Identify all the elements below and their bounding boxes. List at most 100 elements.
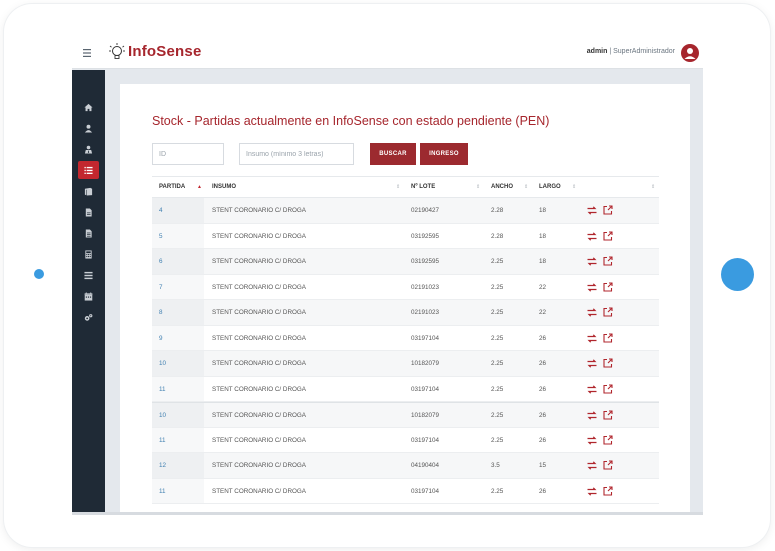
cell-ancho: 2.25 <box>491 334 504 342</box>
cell-largo: 15 <box>539 462 547 469</box>
cell-insumo: STENT CORONARIO C/ DROGA <box>212 462 306 469</box>
sort-icon[interactable]: ⇕ <box>476 184 480 190</box>
table-row[interactable]: 6 STENT CORONARIO C/ DROGA 03192595 2.25 18 <box>152 249 659 275</box>
col-header-partida[interactable]: PARTIDA <box>159 184 185 190</box>
cell-ancho: 2.25 <box>491 283 504 291</box>
buscar-button[interactable]: BUSCAR <box>370 143 416 165</box>
cell-insumo: STENT CORONARIO C/ DROGA <box>212 487 306 495</box>
sidebar-item-user-tie[interactable] <box>78 140 99 158</box>
col-header-insumo[interactable]: INSUMO <box>212 184 236 190</box>
sort-icon[interactable]: ⇕ <box>572 184 576 190</box>
cell-ancho: 2.25 <box>491 412 504 419</box>
hamburger-menu-icon[interactable] <box>82 46 94 60</box>
external-link-icon[interactable] <box>603 281 613 292</box>
sidebar-item-list-ul[interactable] <box>78 266 99 284</box>
external-link-icon[interactable] <box>603 485 613 496</box>
col-header-ancho[interactable]: ANCHO <box>491 184 513 190</box>
table-row[interactable]: 11 STENT CORONARIO C/ DROGA 03197104 2.25 26 <box>152 376 659 402</box>
cell-partida: 5 <box>159 232 163 240</box>
transfer-icon[interactable] <box>587 231 597 241</box>
app-screen: InfoSense admin | SuperAdministrador Sto… <box>72 38 703 515</box>
sidebar-item-file-alt[interactable] <box>78 224 99 242</box>
table-row[interactable]: 8 STENT CORONARIO C/ DROGA 02191023 2.25 22 <box>152 300 659 326</box>
cell-partida: 9 <box>159 334 163 342</box>
sidebar-item-calculator[interactable] <box>78 245 99 263</box>
sidebar-item-cogs[interactable] <box>78 308 99 326</box>
sidebar-item-list[interactable] <box>78 161 99 179</box>
table-row[interactable]: 9 STENT CORONARIO C/ DROGA 03197104 2.25 26 <box>152 325 659 351</box>
id-search-input[interactable] <box>152 143 224 165</box>
insumo-search-input[interactable] <box>239 143 354 165</box>
transfer-icon[interactable] <box>587 411 597 420</box>
cell-lote: 10182079 <box>411 360 440 367</box>
cell-insumo: STENT CORONARIO C/ DROGA <box>212 258 306 265</box>
cell-lote: 02190427 <box>411 207 440 214</box>
cell-partida: 6 <box>159 258 163 265</box>
stock-table: PARTIDA ▲ INSUMO ⇕ Nº LOTE ⇕ ANCHO ⇕ LAR… <box>152 176 659 504</box>
table-row[interactable]: 12 STENT CORONARIO C/ DROGA 04190404 3.5 15 <box>152 453 659 479</box>
external-link-icon[interactable] <box>603 410 613 420</box>
cell-insumo: STENT CORONARIO C/ DROGA <box>212 334 306 342</box>
user-role: SuperAdministrador <box>613 48 675 55</box>
transfer-icon[interactable] <box>587 461 597 470</box>
table-row[interactable]: 11 STENT CORONARIO C/ DROGA 03197104 2.25 26 <box>152 478 659 504</box>
table-row[interactable]: 11 STENT CORONARIO C/ DROGA 03197104 2.25 26 <box>152 427 659 453</box>
list-icon <box>84 166 93 174</box>
external-link-icon[interactable] <box>603 205 613 215</box>
transfer-icon[interactable] <box>587 308 597 317</box>
table-row[interactable]: 10 STENT CORONARIO C/ DROGA 10182079 2.25 26 <box>152 402 659 428</box>
transfer-icon[interactable] <box>587 435 597 445</box>
cell-partida: 11 <box>159 385 166 393</box>
table-row[interactable]: 5 STENT CORONARIO C/ DROGA 03192595 2.28 18 <box>152 223 659 249</box>
external-link-icon[interactable] <box>603 332 613 343</box>
cell-largo: 26 <box>539 334 547 342</box>
sidebar-item-home[interactable] <box>78 98 99 116</box>
ingreso-button[interactable]: INGRESO <box>420 143 468 165</box>
col-header-lote[interactable]: Nº LOTE <box>411 184 435 190</box>
table-header: PARTIDA ▲ INSUMO ⇕ Nº LOTE ⇕ ANCHO ⇕ LAR… <box>152 176 659 198</box>
table-body: 4 STENT CORONARIO C/ DROGA 02190427 2.28 18 5… <box>152 198 659 504</box>
cell-lote: 03192595 <box>411 258 440 265</box>
transfer-icon[interactable] <box>587 384 597 394</box>
cell-ancho: 2.25 <box>491 385 504 393</box>
table-row[interactable]: 7 STENT CORONARIO C/ DROGA 02191023 2.25 22 <box>152 274 659 300</box>
external-link-icon[interactable] <box>603 230 613 241</box>
cell-largo: 26 <box>539 412 547 419</box>
external-link-icon[interactable] <box>603 307 613 317</box>
transfer-icon[interactable] <box>587 257 597 266</box>
sidebar-item-book[interactable] <box>78 182 99 200</box>
cell-partida: 4 <box>159 207 163 214</box>
external-link-icon[interactable] <box>603 358 613 368</box>
list-ul-icon <box>84 271 93 279</box>
sort-icon[interactable]: ⇕ <box>651 184 655 190</box>
external-link-icon[interactable] <box>603 434 613 445</box>
home-button[interactable] <box>721 258 754 291</box>
transfer-icon[interactable] <box>587 206 597 215</box>
sidebar-item-user[interactable] <box>78 119 99 137</box>
transfer-icon[interactable] <box>587 333 597 343</box>
sort-icon[interactable]: ⇕ <box>524 184 528 190</box>
top-navbar: InfoSense admin | SuperAdministrador <box>72 38 703 69</box>
sort-asc-icon[interactable]: ▲ <box>197 184 202 190</box>
sidebar-item-file[interactable] <box>78 203 99 221</box>
bottom-edge <box>72 512 703 515</box>
external-link-icon[interactable] <box>603 383 613 394</box>
col-header-largo[interactable]: LARGO <box>539 184 561 190</box>
cell-insumo: STENT CORONARIO C/ DROGA <box>212 309 306 316</box>
user-tie-icon <box>84 145 93 154</box>
transfer-icon[interactable] <box>587 486 597 496</box>
table-row[interactable]: 10 STENT CORONARIO C/ DROGA 10182079 2.25 26 <box>152 351 659 377</box>
transfer-icon[interactable] <box>587 282 597 292</box>
lightbulb-logo-icon <box>108 42 126 62</box>
cell-largo: 26 <box>539 385 547 393</box>
cell-largo: 26 <box>539 436 547 444</box>
cell-ancho: 2.25 <box>491 360 504 367</box>
user-avatar-icon[interactable] <box>681 44 699 62</box>
sort-icon[interactable]: ⇕ <box>396 184 400 190</box>
external-link-icon[interactable] <box>603 460 613 470</box>
external-link-icon[interactable] <box>603 256 613 266</box>
sidebar-item-calendar[interactable] <box>78 287 99 305</box>
table-row[interactable]: 4 STENT CORONARIO C/ DROGA 02190427 2.28 18 <box>152 198 659 224</box>
calculator-icon <box>85 249 92 259</box>
transfer-icon[interactable] <box>587 359 597 368</box>
